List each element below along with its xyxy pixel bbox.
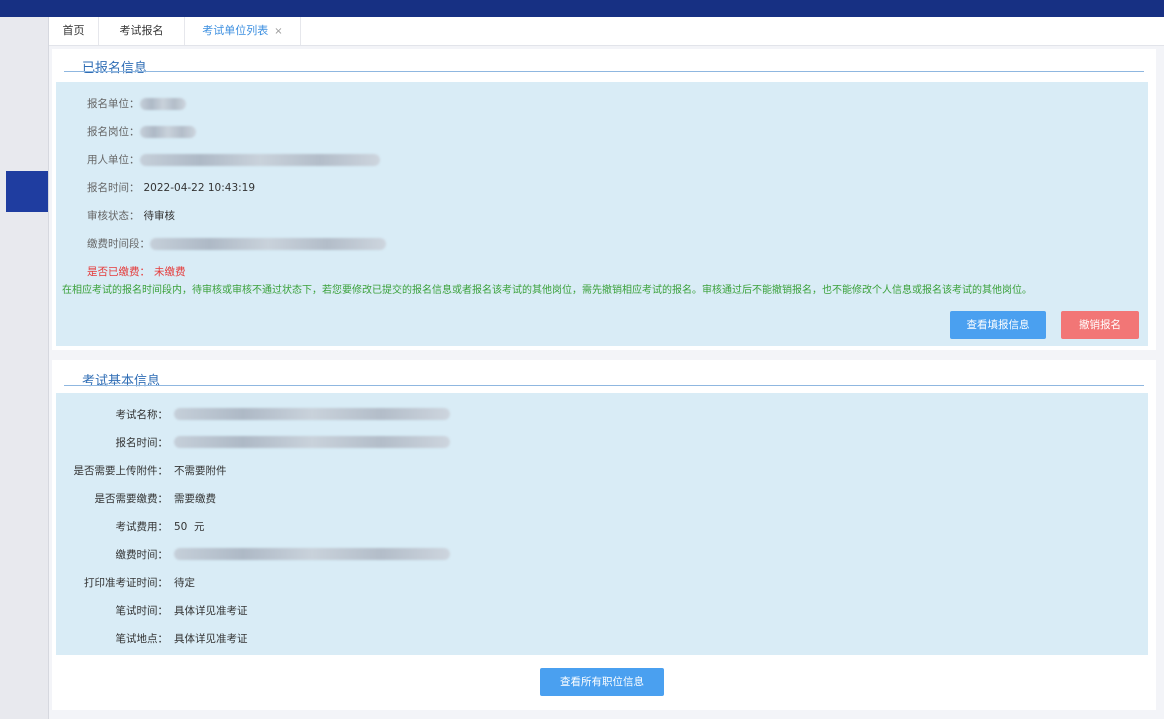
paid-label: 是否已缴费：: [87, 266, 150, 278]
registered-info-panel: 已报名信息 报名单位： 报名岗位： 用人单位： 报名时间： 2022-04-22 …: [52, 49, 1156, 350]
review-status-label: 审核状态：: [87, 210, 140, 222]
tab-close-icon[interactable]: ×: [274, 26, 282, 37]
fee-required-value: 需要缴费: [174, 493, 216, 505]
view-filled-info-button[interactable]: 查看填报信息: [950, 311, 1046, 339]
exam-info-title: 考试基本信息: [82, 374, 161, 389]
tab-exam-registration-label: 考试报名: [119, 24, 164, 37]
field-reg-post: 报名岗位：: [87, 124, 196, 139]
registered-info-box: 报名单位： 报名岗位： 用人单位： 报名时间： 2022-04-22 10:43:…: [56, 82, 1148, 346]
tab-exam-unit-list-label: 考试单位列表: [202, 24, 269, 37]
exam-info-box: 考试名称： 报名时间： 是否需要上传附件： 不需要附件 是否需要缴费： 需要缴费…: [56, 393, 1148, 655]
exam-reg-time-value-redacted: [174, 436, 450, 448]
sidebar-active-item[interactable]: [6, 171, 48, 212]
tab-home-label: 首页: [62, 24, 85, 37]
print-ticket-time-label: 打印准考证时间：: [84, 577, 168, 589]
registered-info-title: 已报名信息: [82, 61, 148, 76]
notice-text: 在相应考试的报名时间段内，待审核或审核不通过状态下，若您要修改已提交的报名信息或…: [62, 285, 1032, 296]
field-pay-period: 缴费时间段：: [87, 236, 386, 251]
written-time-value: 具体详见准考证: [174, 605, 248, 617]
reg-unit-value-redacted: [139, 98, 186, 110]
tab-home[interactable]: 首页: [49, 17, 99, 45]
exam-name-label: 考试名称：: [115, 409, 169, 421]
field-review-status: 审核状态： 待审核: [87, 208, 175, 223]
tab-exam-unit-list[interactable]: 考试单位列表 ×: [185, 17, 301, 45]
reg-post-value-redacted: [139, 126, 196, 138]
reg-time-label: 报名时间：: [87, 182, 140, 194]
exam-info-panel: 考试基本信息 考试名称： 报名时间： 是否需要上传附件： 不需要附件 是否需要缴…: [52, 360, 1156, 710]
top-header-bar: [0, 0, 1164, 17]
field-paid: 是否已缴费： 未缴费: [87, 264, 186, 279]
tab-bar: 首页 考试报名 考试单位列表 ×: [49, 17, 1164, 46]
employer-label: 用人单位：: [87, 154, 140, 166]
view-all-positions-button[interactable]: 查看所有职位信息: [540, 668, 664, 696]
left-sidebar: [0, 17, 49, 719]
exam-fee-value: 50 元: [174, 521, 205, 533]
field-employer: 用人单位：: [87, 152, 380, 167]
reg-time-value: 2022-04-22 10:43:19: [143, 182, 256, 194]
reg-post-label: 报名岗位：: [87, 126, 140, 138]
written-place-label: 笔试地点：: [115, 633, 169, 645]
written-time-label: 笔试时间：: [115, 605, 169, 617]
field-reg-unit: 报名单位：: [87, 96, 186, 111]
review-status-value: 待审核: [143, 210, 176, 222]
exam-fee-label: 考试费用：: [115, 521, 169, 533]
pay-time-value-redacted: [174, 548, 450, 560]
cancel-registration-button[interactable]: 撤销报名: [1061, 311, 1139, 339]
pay-time-label: 缴费时间：: [115, 549, 169, 561]
written-place-value: 具体详见准考证: [174, 633, 248, 645]
pay-period-value-redacted: [150, 238, 386, 250]
field-reg-time: 报名时间： 2022-04-22 10:43:19: [87, 180, 255, 195]
attach-required-label: 是否需要上传附件：: [73, 465, 169, 477]
attach-required-value: 不需要附件: [174, 465, 227, 477]
section-divider: [64, 385, 1144, 386]
pay-period-label: 缴费时间段：: [87, 238, 150, 250]
exam-name-value-redacted: [174, 408, 450, 420]
fee-required-label: 是否需要缴费：: [94, 493, 169, 505]
employer-value-redacted: [139, 154, 380, 166]
tab-exam-registration[interactable]: 考试报名: [99, 17, 185, 45]
print-ticket-time-value: 待定: [174, 577, 195, 589]
paid-value: 未缴费: [154, 266, 186, 278]
section-divider: [64, 71, 1144, 72]
reg-unit-label: 报名单位：: [87, 98, 140, 110]
exam-reg-time-label: 报名时间：: [115, 437, 169, 449]
